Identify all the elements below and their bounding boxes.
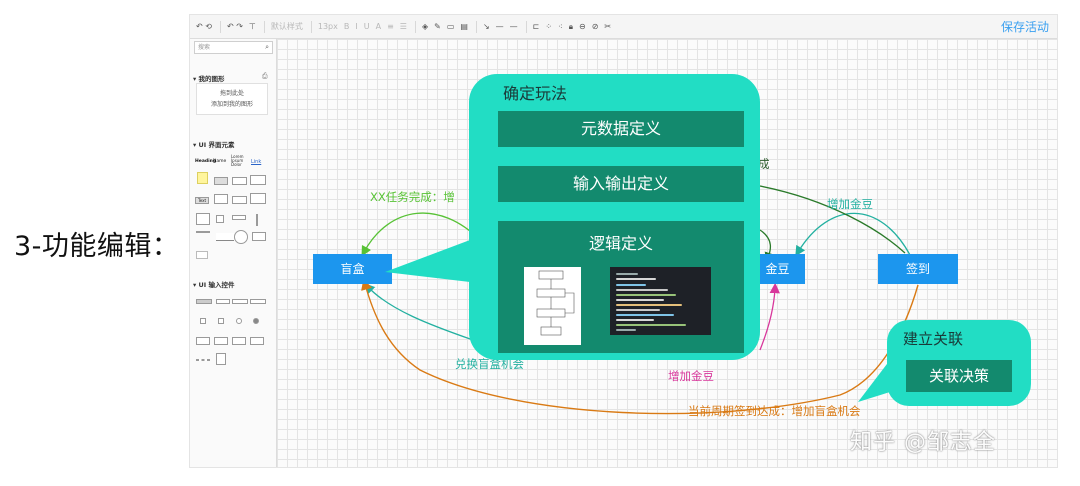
watermark: 知乎 @邹志全 [850,430,996,455]
io-definition-bar[interactable]: 输入输出定义 [498,166,744,202]
code-snippet-thumbnail [610,267,711,335]
relation-decision-button[interactable]: 关联决策 [906,360,1012,392]
flowchart-thumbnail [524,267,581,345]
metadata-definition-bar[interactable]: 元数据定义 [498,111,744,147]
logic-definition-panel[interactable]: 逻辑定义 [498,221,744,353]
callout-title: 确定玩法 [503,84,568,103]
logic-definition-title: 逻辑定义 [588,234,653,253]
relation-title: 建立关联 [903,330,964,348]
